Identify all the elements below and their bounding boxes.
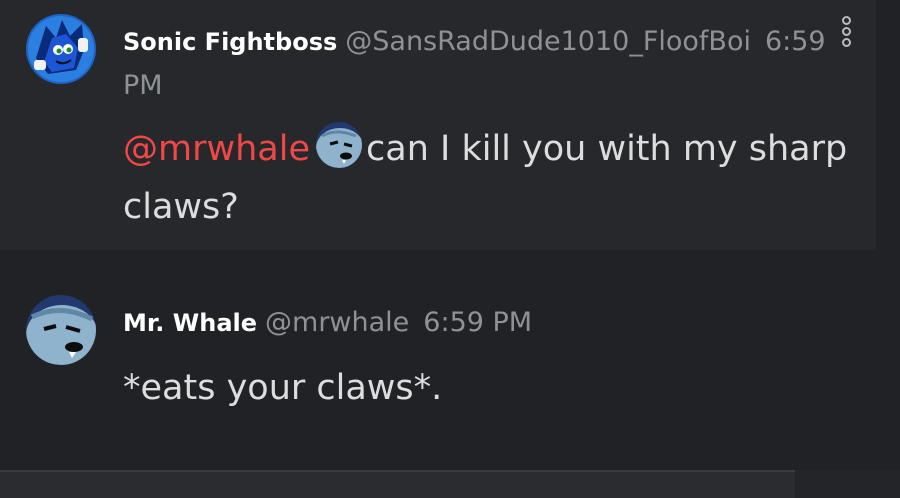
input-bar-end [795, 470, 900, 498]
message-header: Mr. Whale @mrwhale 6:59 PM [123, 301, 870, 345]
whale-emoji-icon [316, 122, 362, 168]
username[interactable]: Mr. Whale [123, 309, 257, 337]
message-content: *eats your claws*. [123, 359, 860, 417]
message-input-bar[interactable] [0, 470, 900, 498]
whale-avatar-icon[interactable] [26, 295, 96, 365]
message-text: *eats your claws*. [123, 368, 443, 408]
message-content: @mrwhale can I kill you with my sharp cl… [123, 120, 860, 236]
sonic-avatar-icon[interactable] [26, 14, 96, 84]
chat-message[interactable]: Mr. Whale @mrwhale 6:59 PM *eats your claw… [0, 285, 900, 425]
message-header: Sonic Fightboss @SansRadDude1010_FloofBoi… [123, 20, 870, 108]
more-options-icon[interactable] [840, 16, 852, 52]
timestamp: 6:59 PM [423, 307, 533, 338]
user-mention[interactable]: @mrwhale [123, 129, 310, 169]
user-handle[interactable]: @SansRadDude1010_FloofBoi [345, 26, 751, 57]
chat-view: Sonic Fightboss @SansRadDude1010_FloofBoi… [0, 0, 900, 498]
user-handle[interactable]: @mrwhale [265, 307, 409, 338]
username[interactable]: Sonic Fightboss [123, 28, 337, 56]
chat-message[interactable]: Sonic Fightboss @SansRadDude1010_FloofBoi… [0, 0, 900, 250]
